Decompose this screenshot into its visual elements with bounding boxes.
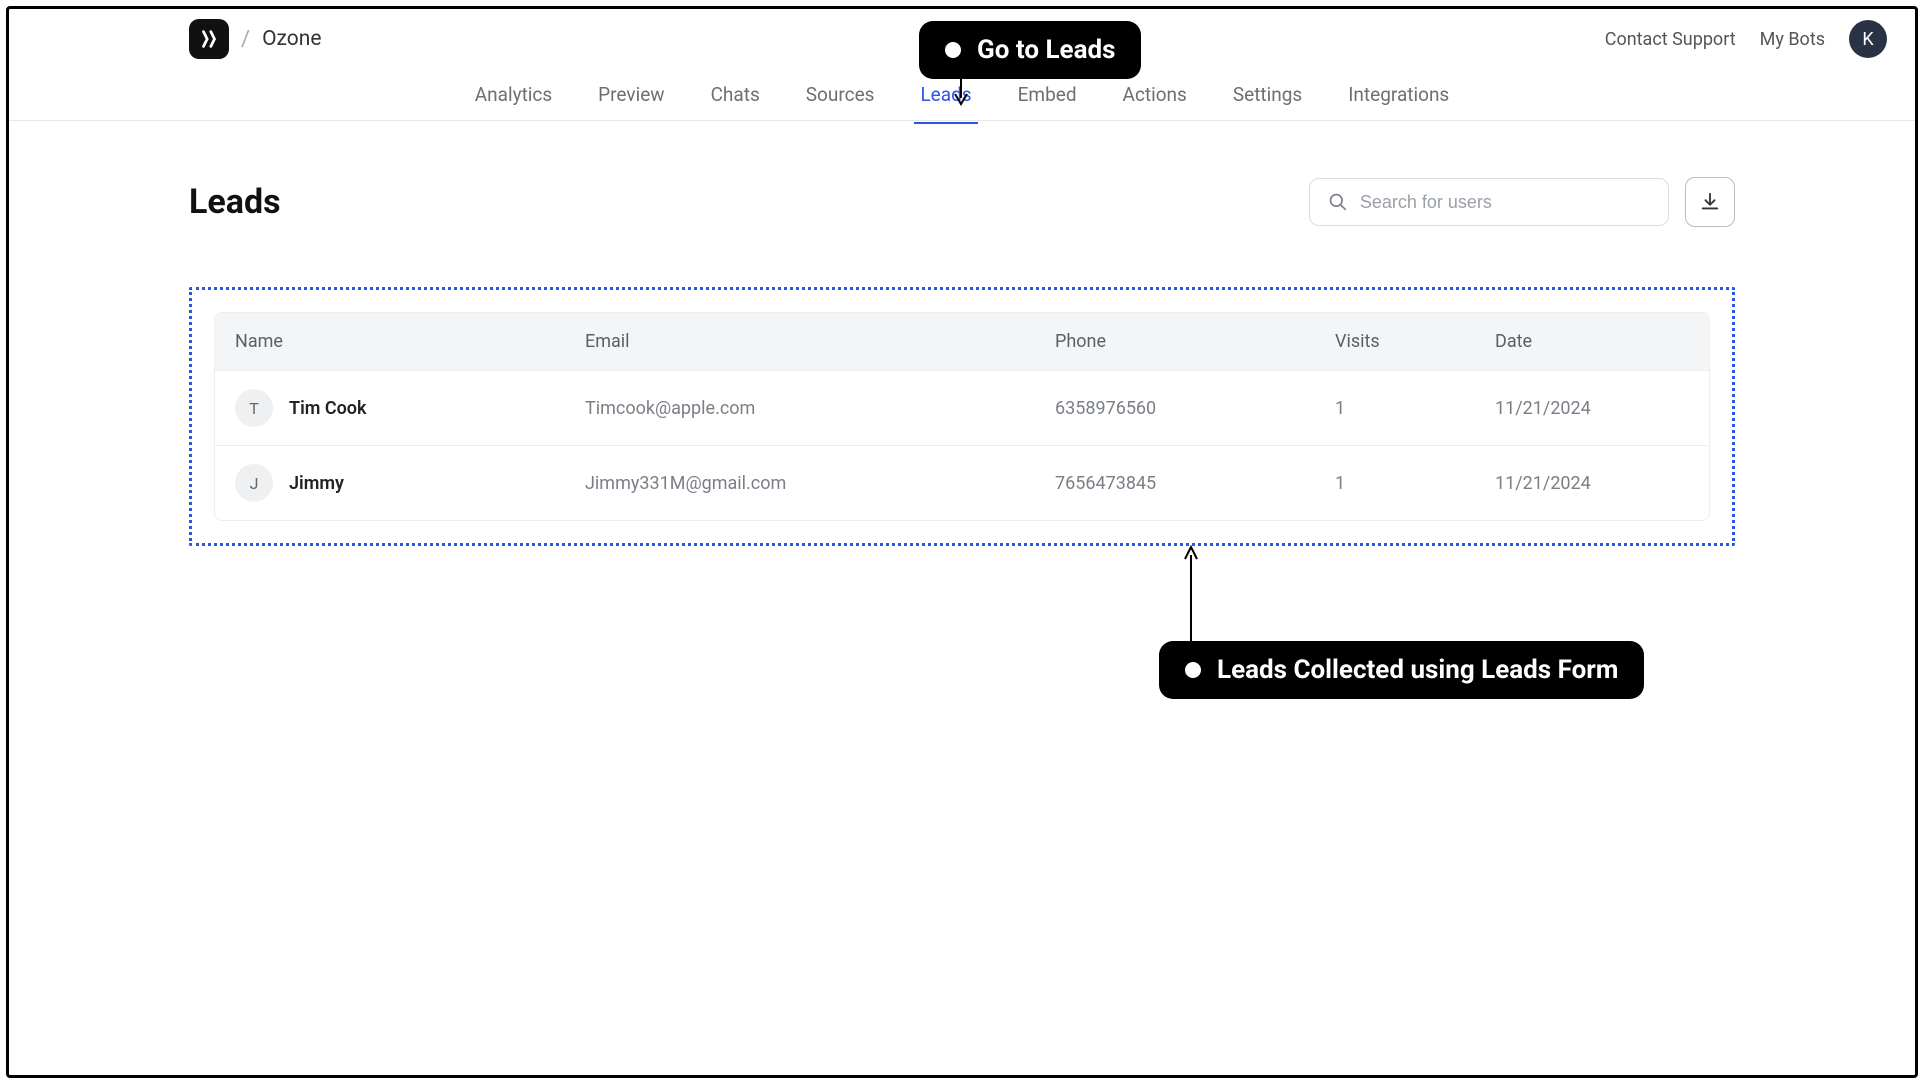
tab-settings[interactable]: Settings: [1229, 69, 1306, 120]
download-icon: [1699, 191, 1721, 213]
search-icon: [1328, 191, 1348, 213]
page-header-actions: [1309, 177, 1735, 227]
lead-name: Jimmy: [289, 473, 344, 494]
lead-initial: T: [235, 389, 273, 427]
breadcrumb-separator: /: [241, 27, 250, 52]
lead-date: 11/21/2024: [1495, 398, 1689, 419]
lead-visits: 1: [1335, 398, 1495, 419]
breadcrumb: / Ozone: [9, 19, 322, 59]
col-name: Name: [235, 331, 585, 352]
leads-table-highlight: Name Email Phone Visits Date T Tim Cook …: [189, 287, 1735, 546]
search-input-wrapper[interactable]: [1309, 178, 1669, 226]
table-row[interactable]: T Tim Cook Timcook@apple.com 6358976560 …: [215, 370, 1709, 445]
lead-phone: 7656473845: [1055, 473, 1335, 494]
page-title: Leads: [189, 182, 281, 222]
table-row[interactable]: J Jimmy Jimmy331M@gmail.com 7656473845 1…: [215, 445, 1709, 520]
lead-date: 11/21/2024: [1495, 473, 1689, 494]
workspace-name[interactable]: Ozone: [262, 27, 321, 51]
tab-integrations[interactable]: Integrations: [1344, 69, 1453, 120]
annotation-arrow-icon: [1181, 545, 1201, 645]
lead-initial: J: [235, 464, 273, 502]
col-date: Date: [1495, 331, 1689, 352]
page-content: Leads: [9, 121, 1915, 546]
annotation-leads-collected: Leads Collected using Leads Form: [1159, 641, 1644, 699]
name-cell: T Tim Cook: [235, 389, 585, 427]
lead-phone: 6358976560: [1055, 398, 1335, 419]
my-bots-link[interactable]: My Bots: [1760, 29, 1825, 50]
tab-preview[interactable]: Preview: [594, 69, 668, 120]
leads-table: Name Email Phone Visits Date T Tim Cook …: [214, 312, 1710, 521]
col-visits: Visits: [1335, 331, 1495, 352]
tab-chats[interactable]: Chats: [707, 69, 764, 120]
table-header: Name Email Phone Visits Date: [215, 313, 1709, 370]
lead-email: Jimmy331M@gmail.com: [585, 473, 1055, 494]
annotation-bottom-label: Leads Collected using Leads Form: [1217, 655, 1618, 685]
search-input[interactable]: [1360, 192, 1650, 213]
contact-support-link[interactable]: Contact Support: [1605, 29, 1736, 50]
col-phone: Phone: [1055, 331, 1335, 352]
page-header: Leads: [189, 177, 1735, 227]
app-logo-icon: [198, 28, 220, 50]
col-email: Email: [585, 331, 1055, 352]
lead-email: Timcook@apple.com: [585, 398, 1055, 419]
app-logo[interactable]: [189, 19, 229, 59]
download-button[interactable]: [1685, 177, 1735, 227]
avatar-initial: K: [1862, 29, 1873, 50]
tab-analytics[interactable]: Analytics: [471, 69, 556, 120]
lead-name: Tim Cook: [289, 398, 367, 419]
topbar-right: Contact Support My Bots K: [1605, 20, 1887, 58]
annotation-go-to-leads: Go to Leads: [919, 21, 1141, 79]
name-cell: J Jimmy: [235, 464, 585, 502]
lead-visits: 1: [1335, 473, 1495, 494]
annotation-dot-icon: [1185, 662, 1201, 678]
avatar[interactable]: K: [1849, 20, 1887, 58]
tab-sources[interactable]: Sources: [802, 69, 879, 120]
annotation-dot-icon: [945, 42, 961, 58]
annotation-top-label: Go to Leads: [977, 35, 1115, 65]
